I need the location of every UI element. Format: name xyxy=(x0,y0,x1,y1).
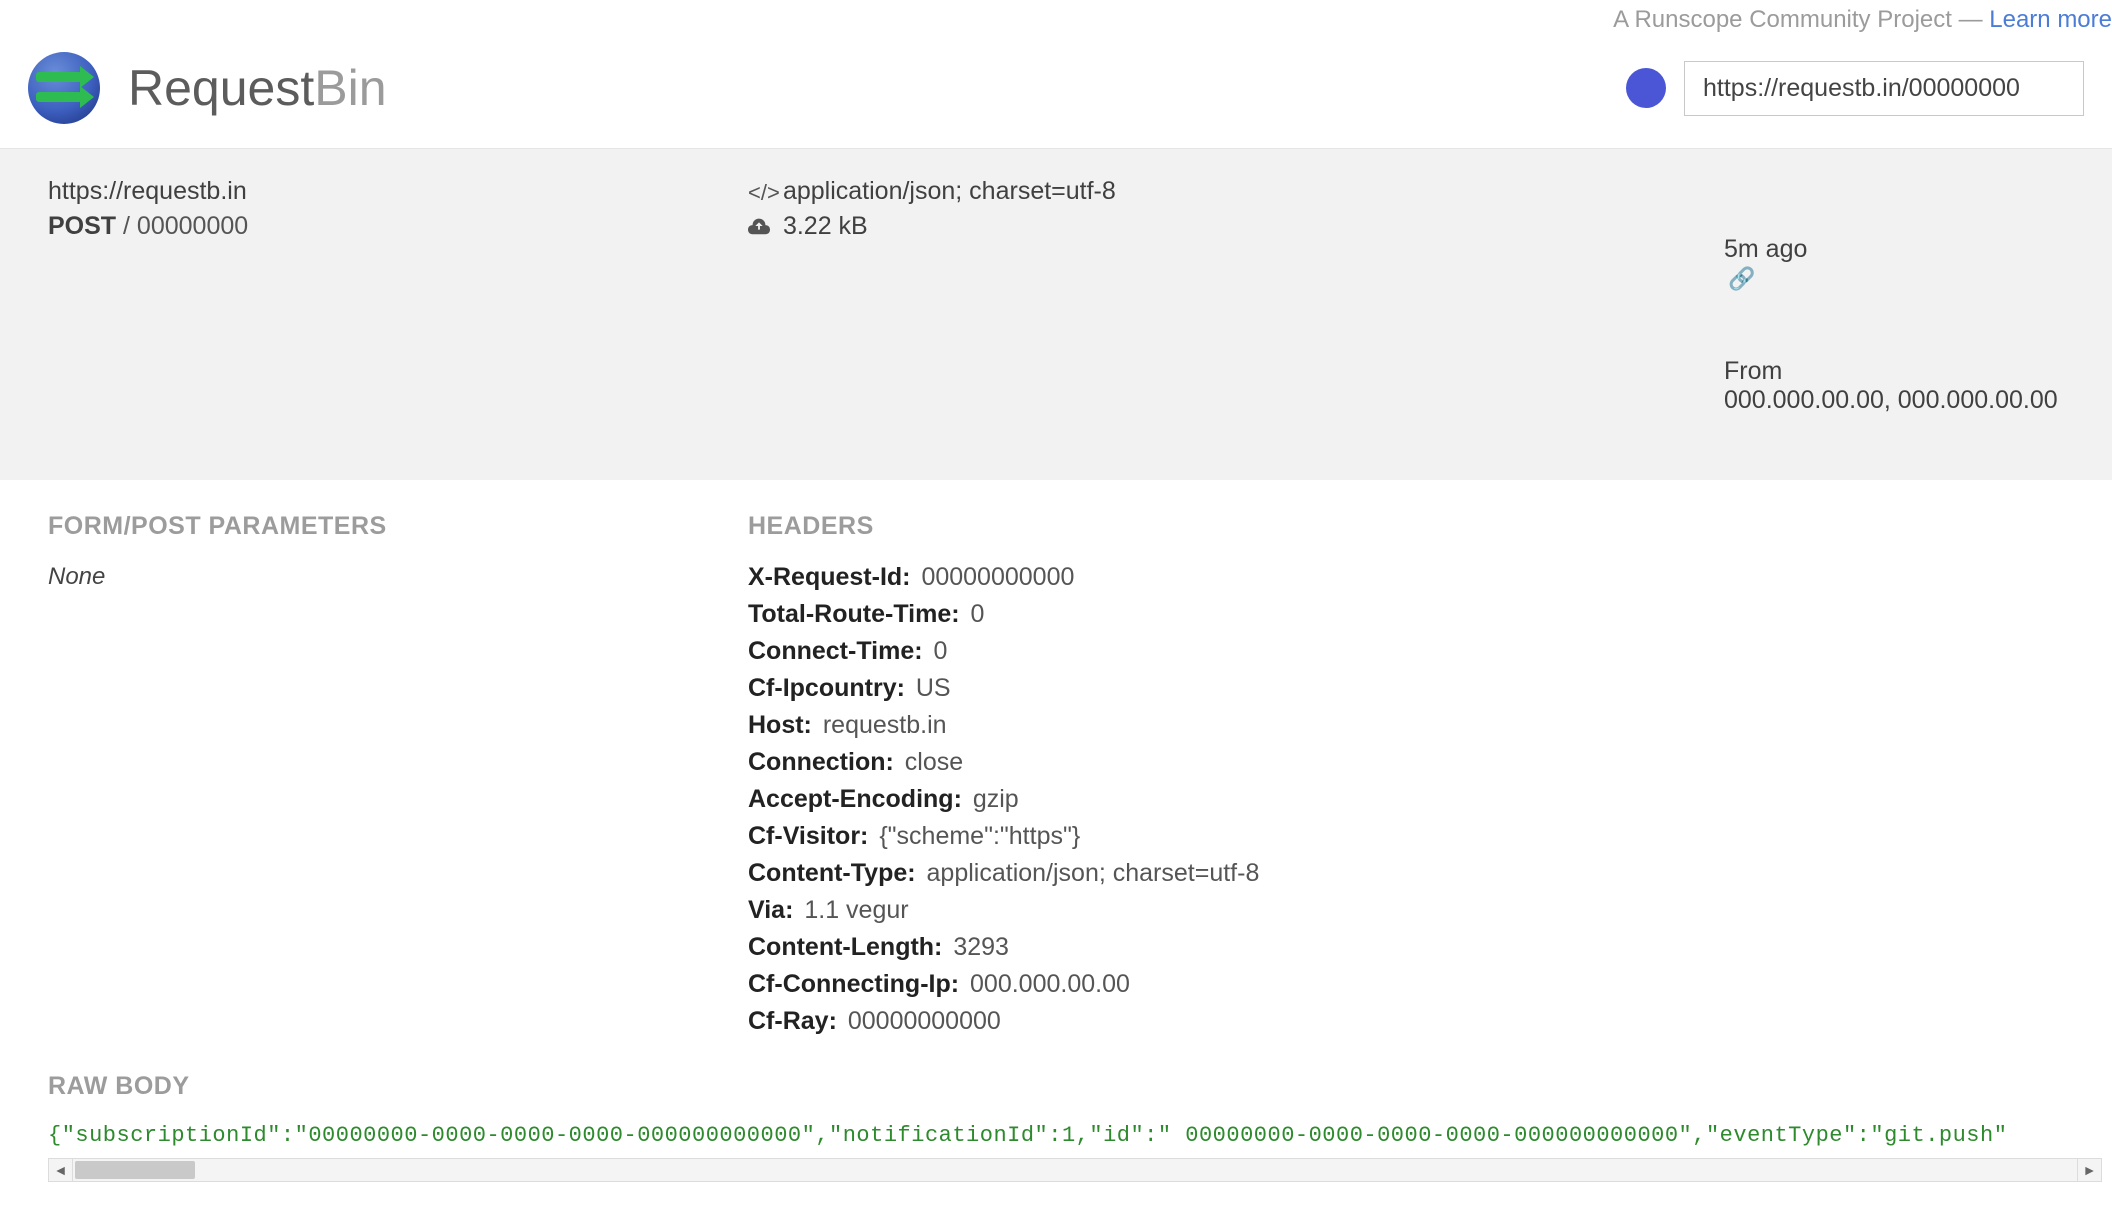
header-key: Connection: xyxy=(748,748,894,776)
headers-title: HEADERS xyxy=(748,512,2064,541)
raw-body-section: RAW BODY {"subscriptionId":"00000000-000… xyxy=(0,1054,2112,1154)
header-key: Connect-Time: xyxy=(748,637,923,665)
from-label: From xyxy=(1724,357,1782,385)
raw-body-horizontal-scrollbar[interactable]: ◄ ► xyxy=(48,1158,2102,1182)
header-key: Host: xyxy=(748,711,812,739)
scroll-left-button[interactable]: ◄ xyxy=(49,1159,73,1181)
summary-request-column: https://requestb.in POST / 00000000 xyxy=(48,177,738,450)
header-row: X-Request-Id: 00000000000 xyxy=(748,563,2064,592)
header-row: Connection: close xyxy=(748,748,2064,777)
header-row: Cf-Connecting-Ip: 000.000.00.00 xyxy=(748,970,2064,999)
header-key: X-Request-Id: xyxy=(748,563,911,591)
header-key: Via: xyxy=(748,896,793,924)
payload-size-line: 3.22 kB xyxy=(748,212,1714,241)
header-row: Accept-Encoding: gzip xyxy=(748,785,2064,814)
headers-section: HEADERS X-Request-Id: 00000000000 Total-R… xyxy=(748,512,2064,1044)
raw-body-content: {"subscriptionId":"00000000-0000-0000-00… xyxy=(48,1123,2102,1154)
cloud-upload-icon xyxy=(748,215,774,241)
header-value: requestb.in xyxy=(816,711,947,739)
learn-more-link[interactable]: Learn more xyxy=(1989,6,2112,33)
code-icon: </> xyxy=(748,180,774,206)
header-key: Total-Route-Time: xyxy=(748,600,960,628)
headers-list: X-Request-Id: 00000000000 Total-Route-Tim… xyxy=(748,563,2064,1036)
header-value: US xyxy=(909,674,951,702)
brand-strong: Request xyxy=(128,60,314,116)
brand-title: RequestBin xyxy=(128,59,387,117)
header-key: Cf-Connecting-Ip: xyxy=(748,970,959,998)
header-row: Connect-Time: 0 xyxy=(748,637,2064,666)
header-key: Cf-Ipcountry: xyxy=(748,674,905,702)
request-method-path: POST / 00000000 xyxy=(48,212,738,241)
community-project-note: A Runscope Community Project — Learn mor… xyxy=(0,0,2112,34)
community-note-text: A Runscope Community Project — xyxy=(1613,6,1989,33)
header-value: 00000000000 xyxy=(915,563,1075,591)
header-value: gzip xyxy=(966,785,1019,813)
summary-origin-column: 5m ago 🔗 From 000.000.00.00, 000.000.00.… xyxy=(1724,177,2084,450)
header-row: Host: requestb.in xyxy=(748,711,2064,740)
brand-light: Bin xyxy=(314,60,386,116)
request-summary: https://requestb.in POST / 00000000 </> … xyxy=(0,149,2112,480)
form-params-title: FORM/POST PARAMETERS xyxy=(48,512,738,541)
header-row: Cf-Ray: 00000000000 xyxy=(748,1007,2064,1036)
header-key: Content-Length: xyxy=(748,933,942,961)
header-value: 00000000000 xyxy=(841,1007,1001,1035)
header-row: Total-Route-Time: 0 xyxy=(748,600,2064,629)
header-value: 0 xyxy=(927,637,948,665)
http-method: POST xyxy=(48,212,116,240)
bin-url-input[interactable] xyxy=(1684,61,2084,116)
header-row: Via: 1.1 vegur xyxy=(748,896,2064,925)
raw-body-title: RAW BODY xyxy=(48,1072,2102,1101)
request-details: FORM/POST PARAMETERS None HEADERS X-Requ… xyxy=(0,480,2112,1054)
time-ago-line: 5m ago 🔗 xyxy=(1724,206,2084,293)
request-host: https://requestb.in xyxy=(48,177,738,206)
scrollbar-thumb[interactable] xyxy=(75,1161,195,1179)
header-row: Cf-Ipcountry: US xyxy=(748,674,2064,703)
header-value: application/json; charset=utf-8 xyxy=(920,859,1260,887)
payload-size-value: 3.22 kB xyxy=(783,212,868,240)
header-key: Content-Type: xyxy=(748,859,916,887)
header-key: Cf-Visitor: xyxy=(748,822,868,850)
from-ip-line: From 000.000.00.00, 000.000.00.00 xyxy=(1724,328,2084,415)
header-value: 0 xyxy=(964,600,985,628)
header-key: Cf-Ray: xyxy=(748,1007,837,1035)
header-row: Cf-Visitor: {"scheme":"https"} xyxy=(748,822,2064,851)
form-params-section: FORM/POST PARAMETERS None xyxy=(48,512,738,1044)
scroll-right-button[interactable]: ► xyxy=(2077,1159,2101,1181)
form-params-none: None xyxy=(48,563,738,591)
from-ips: 000.000.00.00, 000.000.00.00 xyxy=(1724,386,2058,414)
time-ago-value: 5m ago xyxy=(1724,235,1807,263)
page-header: RequestBin xyxy=(0,34,2112,149)
status-indicator-dot xyxy=(1626,68,1666,108)
header-value: {"scheme":"https"} xyxy=(872,822,1080,850)
header-value: 000.000.00.00 xyxy=(963,970,1130,998)
header-value: 3293 xyxy=(946,933,1009,961)
content-type-line: </> application/json; charset=utf-8 xyxy=(748,177,1714,206)
permalink-icon[interactable]: 🔗 xyxy=(1728,266,1755,291)
content-type-value: application/json; charset=utf-8 xyxy=(783,177,1116,205)
header-row: Content-Type: application/json; charset=… xyxy=(748,859,2064,888)
summary-meta-column: </> application/json; charset=utf-8 3.22… xyxy=(748,177,1714,450)
request-path: / 00000000 xyxy=(123,212,248,240)
header-value: close xyxy=(898,748,963,776)
requestbin-logo-icon xyxy=(28,52,100,124)
header-value: 1.1 vegur xyxy=(797,896,908,924)
header-row: Content-Length: 3293 xyxy=(748,933,2064,962)
header-key: Accept-Encoding: xyxy=(748,785,962,813)
